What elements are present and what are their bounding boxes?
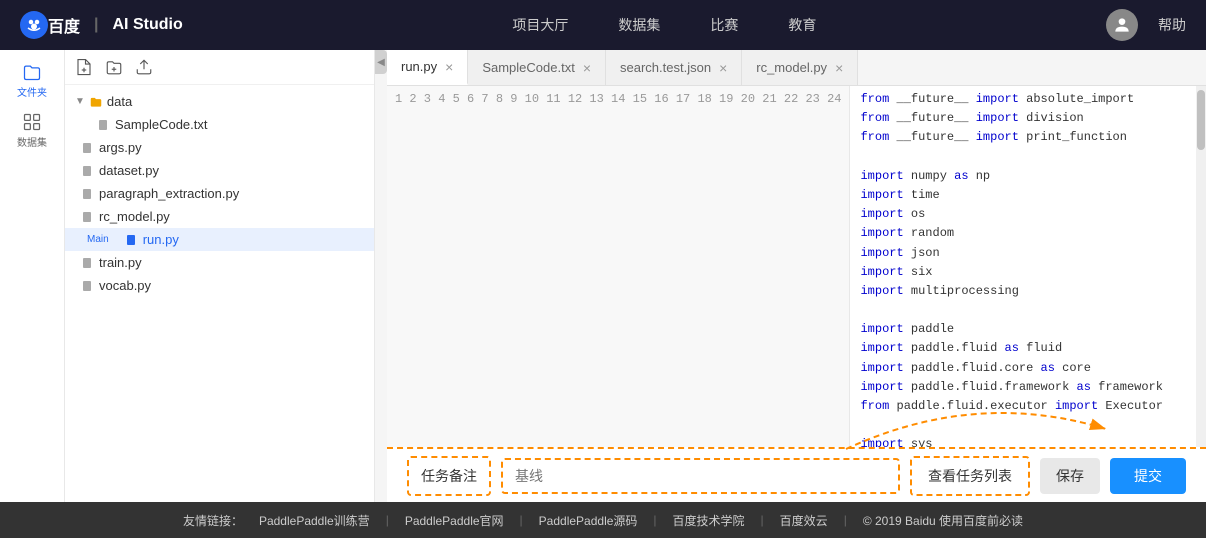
file-name: train.py (99, 255, 142, 270)
save-button[interactable]: 保存 (1040, 458, 1100, 494)
file-train[interactable]: train.py (65, 251, 374, 274)
close-tab-rcmodel[interactable]: × (835, 61, 843, 75)
task-note-label: 任务备注 (407, 456, 491, 496)
tab-rcmodel[interactable]: rc_model.py × (742, 50, 858, 85)
logo: 百度|AI Studio (20, 11, 183, 39)
close-tab-sample[interactable]: × (583, 61, 591, 75)
editor-area: run.py × SampleCode.txt × search.test.js… (387, 50, 1206, 502)
footer: 友情链接： PaddlePaddle训练营 | PaddlePaddle官网 |… (0, 502, 1206, 538)
main-nav: 项目大厅 数据集 比赛 教育 (223, 15, 1106, 35)
file-panel: ▼ data SampleCode.txt args.py dataset.py… (65, 50, 375, 502)
folder-data[interactable]: ▼ data (65, 90, 374, 113)
line-numbers: 1 2 3 4 5 6 7 8 9 10 11 12 13 14 15 16 1… (387, 86, 850, 447)
avatar[interactable] (1106, 9, 1138, 41)
footer-link-5[interactable]: 百度效云 (780, 512, 828, 529)
bottom-bar: 任务备注 查看任务列表 保存 提交 (387, 447, 1206, 502)
tab-label: run.py (401, 59, 437, 74)
nav-item-datasets[interactable]: 数据集 (618, 15, 660, 35)
tab-label: SampleCode.txt (482, 60, 575, 75)
main-area: 文件夹 数据集 (0, 50, 1206, 502)
file-name: dataset.py (99, 163, 159, 178)
vertical-scrollbar[interactable] (1196, 86, 1206, 447)
sidebar: 文件夹 数据集 (0, 50, 65, 502)
nav-item-competition[interactable]: 比赛 (710, 15, 738, 35)
file-name: args.py (99, 140, 142, 155)
file-name: rc_model.py (99, 209, 170, 224)
editor-tabs: run.py × SampleCode.txt × search.test.js… (387, 50, 1206, 86)
folder-arrow: ▼ (75, 96, 85, 107)
file-dataset[interactable]: dataset.py (65, 159, 374, 182)
close-tab-search[interactable]: × (719, 61, 727, 75)
footer-link-3[interactable]: PaddlePaddle源码 (539, 512, 638, 529)
footer-link-2[interactable]: PaddlePaddle官网 (405, 512, 504, 529)
file-paragraph[interactable]: paragraph_extraction.py (65, 182, 374, 205)
file-rcmodel[interactable]: rc_model.py (65, 205, 374, 228)
file-toolbar (65, 50, 374, 85)
file-tree: ▼ data SampleCode.txt args.py dataset.py… (65, 85, 374, 502)
main-badge: Main (81, 233, 115, 246)
new-file-icon[interactable] (75, 58, 93, 76)
footer-link-1[interactable]: PaddlePaddle训练营 (259, 512, 370, 529)
sidebar-files-label: 文件夹 (17, 84, 47, 99)
help-link[interactable]: 帮助 (1158, 15, 1186, 35)
tab-label: search.test.json (620, 60, 711, 75)
tab-run-py[interactable]: run.py × (387, 50, 468, 85)
file-name: paragraph_extraction.py (99, 186, 239, 201)
nav-item-projects[interactable]: 项目大厅 (512, 15, 568, 35)
file-name: SampleCode.txt (115, 117, 208, 132)
footer-copyright: © 2019 Baidu 使用百度前必读 (863, 512, 1023, 529)
upload-icon[interactable] (135, 58, 153, 76)
brand-name: 百度|AI Studio (48, 13, 183, 37)
tab-search-json[interactable]: search.test.json × (606, 50, 742, 85)
file-vocab[interactable]: vocab.py (65, 274, 374, 297)
sidebar-datasets-label: 数据集 (17, 134, 47, 149)
footer-link-4[interactable]: 百度技术学院 (673, 512, 745, 529)
close-tab-run[interactable]: × (445, 60, 453, 74)
nav-item-education[interactable]: 教育 (788, 15, 816, 35)
file-name: run.py (143, 232, 179, 247)
baidu-icon (20, 11, 48, 39)
task-note-input[interactable] (501, 458, 900, 494)
sidebar-files[interactable]: 文件夹 (12, 60, 52, 100)
code-content[interactable]: from __future__ import absolute_import f… (850, 86, 1196, 447)
top-navigation: 百度|AI Studio 项目大厅 数据集 比赛 教育 帮助 (0, 0, 1206, 50)
code-editor: 1 2 3 4 5 6 7 8 9 10 11 12 13 14 15 16 1… (387, 86, 1206, 447)
file-args[interactable]: args.py (65, 136, 374, 159)
tab-label: rc_model.py (756, 60, 827, 75)
footer-prefix: 友情链接： (183, 512, 243, 529)
submit-button[interactable]: 提交 (1110, 458, 1186, 494)
view-tasks-button[interactable]: 查看任务列表 (910, 456, 1030, 496)
folder-name: data (107, 94, 132, 109)
sidebar-datasets[interactable]: 数据集 (12, 110, 52, 150)
tab-samplecode[interactable]: SampleCode.txt × (468, 50, 606, 85)
file-run[interactable]: Main run.py (65, 228, 374, 251)
collapse-handle[interactable]: ◀ (375, 50, 387, 74)
new-folder-icon[interactable] (105, 58, 123, 76)
file-samplecode[interactable]: SampleCode.txt (65, 113, 374, 136)
top-right: 帮助 (1106, 9, 1186, 41)
file-name: vocab.py (99, 278, 151, 293)
